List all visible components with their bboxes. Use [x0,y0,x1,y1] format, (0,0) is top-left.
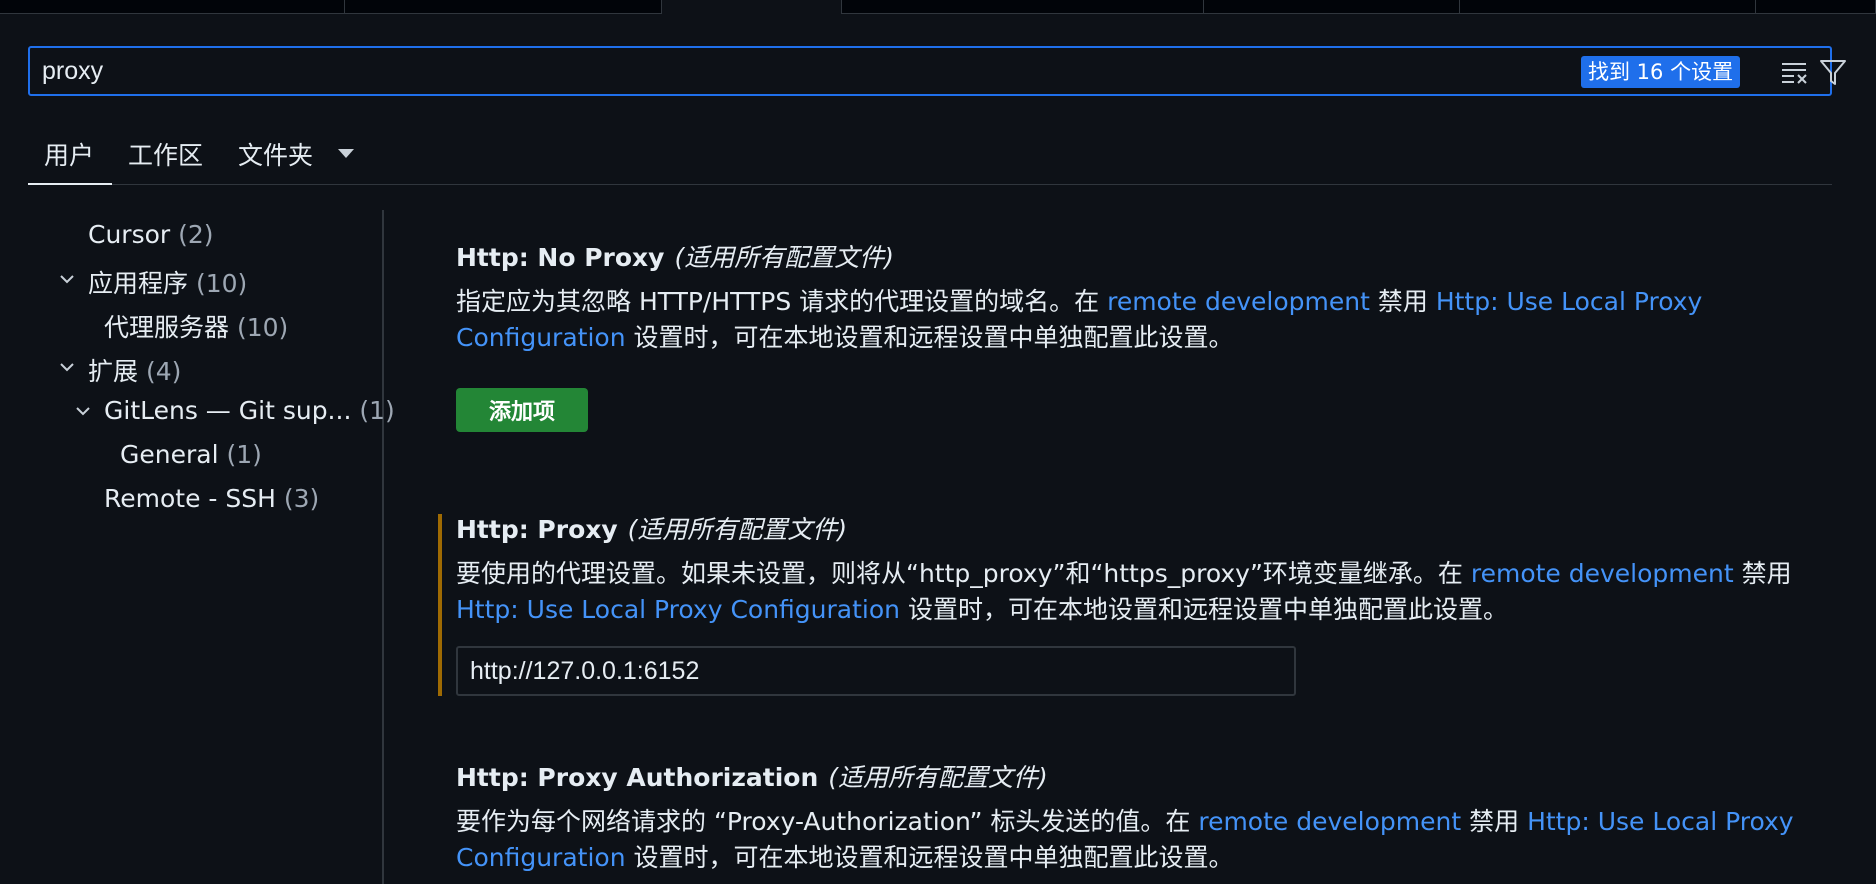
desc-text: 设置时，可在本地设置和远程设置中单独配置此设置。 [625,323,1234,352]
tab-workspace[interactable]: 工作区 [128,136,203,172]
chevron-down-icon[interactable] [58,358,76,376]
editor-tab[interactable] [1756,0,1876,14]
setting-title-text: Http: Proxy Authorization [456,763,819,792]
setting-title: Http: Proxy Authorization (适用所有配置文件) [456,758,1846,794]
setting-scope: (适用所有配置文件) [828,763,1048,792]
setting-scope: (适用所有配置文件) [627,515,848,544]
setting-description: 要使用的代理设置。如果未设置，则将从“http_proxy”和“https_pr… [456,556,1846,628]
toc-item-proxy-server[interactable]: 代理服务器 (10) [104,308,288,344]
chevron-down-icon[interactable] [74,402,92,420]
desc-text: 禁用 [1461,807,1528,836]
toc-item-label: GitLens — Git sup... [104,396,352,425]
toc-item-count: (1) [359,396,395,425]
desc-text: 要使用的代理设置。如果未设置，则将从“http_proxy”和“https_pr… [456,559,1471,588]
settings-search-box: 找到 16 个设置 [28,46,1846,96]
desc-text: 设置时，可在本地设置和远程设置中单独配置此设置。 [900,595,1508,624]
setting-http-proxy-authorization: Http: Proxy Authorization (适用所有配置文件) 要作为每… [456,758,1846,876]
toc-item-count: (3) [283,484,320,513]
editor-tab-active[interactable] [662,0,842,14]
setting-scope: (适用所有配置文件) [674,243,894,272]
remote-development-link[interactable]: remote development [1107,287,1370,316]
setting-title: Http: No Proxy (适用所有配置文件) [456,238,1846,274]
active-tab-indicator [28,183,112,185]
chevron-down-icon[interactable] [58,270,76,288]
toc-item-label: Cursor [88,220,171,249]
setting-title: Http: Proxy (适用所有配置文件) [456,510,1846,546]
editor-tab-strip [0,0,1876,15]
editor-tab[interactable] [842,0,1204,14]
remote-development-link[interactable]: remote development [1198,807,1461,836]
desc-text: 禁用 [1369,287,1436,316]
modified-indicator [438,514,442,696]
toc-item-count: (2) [178,220,214,249]
toc-item-count: (10) [236,313,289,342]
toc-item-remote-ssh[interactable]: Remote - SSH (3) [104,484,319,513]
setting-title-text: Http: Proxy [456,515,618,544]
toc-item-label: 扩展 [88,357,139,386]
toc-item-extensions[interactable]: 扩展 (4) [88,352,181,388]
toc-item-gitlens[interactable]: GitLens — Git sup... (1) [104,396,395,425]
toc-item-label: 代理服务器 [104,313,230,342]
toc-item-label: Remote - SSH [104,484,276,513]
setting-http-no-proxy: Http: No Proxy (适用所有配置文件) 指定应为其忽略 HTTP/HT… [456,238,1846,356]
toc-item-general[interactable]: General (1) [120,440,262,469]
settings-toc: Cursor (2) 应用程序 (10) 代理服务器 (10) 扩展 (4) G… [0,210,395,884]
use-local-proxy-link[interactable]: Http: Use Local Proxy Configuration [456,595,900,624]
setting-description: 指定应为其忽略 HTTP/HTTPS 请求的代理设置的域名。在 remote d… [456,284,1846,356]
desc-text: 禁用 [1733,559,1792,588]
toc-item-label: 应用程序 [88,269,189,298]
editor-tab[interactable] [1204,0,1460,14]
desc-text: 设置时，可在本地设置和远程设置中单独配置此设置。 [625,843,1234,872]
proxy-value-input[interactable]: http://127.0.0.1:6152 [456,646,1296,696]
remote-development-link[interactable]: remote development [1471,559,1734,588]
settings-scope-tabs: 用户 工作区 文件夹 [28,128,1832,185]
editor-tab[interactable] [345,0,662,14]
result-count-badge: 找到 16 个设置 [1581,56,1741,88]
toc-item-cursor[interactable]: Cursor (2) [88,220,214,249]
settings-search-input[interactable] [42,48,1342,94]
editor-tab[interactable] [1460,0,1756,14]
add-item-button[interactable]: 添加项 [456,388,588,432]
toc-item-count: (4) [145,357,182,386]
desc-text: 指定应为其忽略 HTTP/HTTPS 请求的代理设置的域名。在 [456,287,1108,316]
setting-description: 要作为每个网络请求的 “Proxy-Authorization” 标头发送的值。… [456,804,1846,876]
toc-item-application[interactable]: 应用程序 (10) [88,264,247,300]
tab-user[interactable]: 用户 [44,136,94,172]
toc-item-count: (10) [195,269,248,298]
setting-http-proxy: Http: Proxy (适用所有配置文件) 要使用的代理设置。如果未设置，则将从… [456,510,1846,628]
filter-icon[interactable] [1818,57,1848,87]
clear-filter-icon[interactable] [1780,57,1810,87]
folder-dropdown-chevron-icon[interactable] [336,146,356,165]
desc-text: 要作为每个网络请求的 “Proxy-Authorization” 标头发送的值。… [456,807,1199,836]
tab-folder[interactable]: 文件夹 [238,136,313,172]
toc-item-label: General [120,440,219,469]
setting-title-text: Http: No Proxy [456,243,665,272]
toc-item-count: (1) [226,440,262,469]
editor-tab[interactable] [0,0,345,14]
